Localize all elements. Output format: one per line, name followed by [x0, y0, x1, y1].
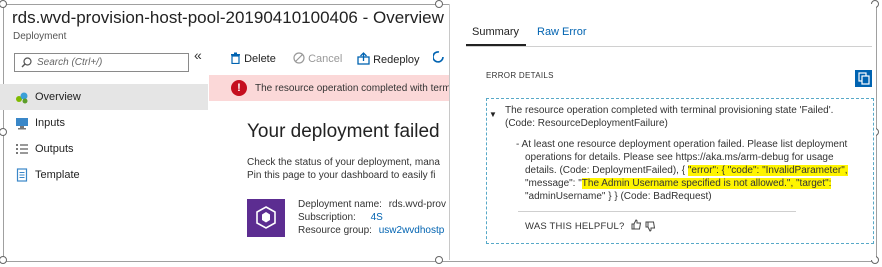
tab-divider: [466, 46, 872, 47]
error-summary-code: (Code: ResourceDeploymentFailure): [505, 118, 668, 129]
error-detail-line: - At least one resource deployment opera…: [516, 139, 848, 150]
error-detail-text: "message": ": [525, 178, 582, 189]
thumbs-up-icon[interactable]: [631, 219, 642, 230]
cancel-label: Cancel: [308, 53, 343, 65]
overview-icon: [16, 92, 28, 104]
template-icon: [16, 168, 28, 182]
outputs-icon: [16, 144, 28, 154]
resource-group-label: Resource group:: [298, 225, 372, 236]
sidebar-item-overview[interactable]: Overview: [0, 84, 208, 110]
error-icon: !: [231, 80, 247, 96]
resize-handle[interactable]: [435, 256, 443, 264]
collapse-sidebar-button[interactable]: «: [194, 47, 202, 63]
sidebar-item-label: Template: [35, 169, 80, 181]
sidebar-item-label: Outputs: [35, 143, 74, 155]
cancel-icon: [293, 52, 305, 64]
thumbs-down-icon[interactable]: [645, 221, 656, 232]
tab-raw-error[interactable]: Raw Error: [537, 26, 587, 38]
subscription-row: Subscription: 4S: [298, 212, 383, 223]
error-detail-line: "adminUsername" } } (Code: BadRequest): [525, 191, 712, 202]
search-placeholder: Search (Ctrl+/): [37, 57, 103, 68]
tab-summary[interactable]: Summary: [472, 26, 519, 38]
redeploy-button[interactable]: Redeploy: [357, 52, 420, 66]
collapse-caret-icon[interactable]: ▼: [489, 110, 497, 119]
copy-icon: [858, 72, 870, 85]
inputs-icon: [16, 118, 28, 130]
error-detail-line: details. (Code: DeploymentFailed), { "er…: [525, 164, 848, 177]
delete-label: Delete: [244, 53, 276, 65]
resize-handle[interactable]: [0, 256, 7, 264]
sidebar-item-template[interactable]: Template: [0, 162, 208, 188]
subscription-label: Subscription:: [298, 212, 356, 223]
error-details-heading: ERROR DETAILS: [486, 71, 554, 80]
resize-handle[interactable]: [435, 0, 443, 8]
redeploy-label: Redeploy: [373, 54, 420, 66]
error-detail-text: details. (Code: DeploymentFailed), {: [525, 165, 688, 176]
delete-button[interactable]: Delete: [230, 52, 276, 65]
deployment-name-label: Deployment name:: [298, 199, 382, 210]
feedback-row: WAS THIS HELPFUL?: [525, 219, 656, 232]
highlighted-error-code: "error": { "code": "InvalidParameter",: [687, 165, 848, 176]
sidebar-item-outputs[interactable]: Outputs: [0, 136, 208, 162]
sidebar-item-label: Overview: [35, 91, 81, 103]
copy-button[interactable]: [855, 70, 872, 87]
error-detail-line: "message": "The Admin Username specified…: [525, 177, 832, 190]
deployment-icon: [247, 199, 285, 237]
deployment-name-row: Deployment name: rds.wvd-prov: [298, 199, 446, 210]
resource-group-link[interactable]: usw2wvdhostp: [379, 225, 445, 236]
page-title: rds.wvd-provision-host-pool-201904101004…: [12, 8, 444, 27]
active-tab-indicator: [466, 44, 526, 46]
sidebar-item-inputs[interactable]: Inputs: [0, 110, 208, 136]
redeploy-icon: [357, 52, 370, 65]
divider: [518, 211, 796, 212]
error-banner-text: The resource operation completed with te…: [255, 83, 453, 94]
highlighted-error-message: The Admin Username specified is not allo…: [581, 178, 832, 189]
cancel-button[interactable]: Cancel: [293, 52, 342, 65]
error-detail-line: operations for details. Please see https…: [525, 152, 834, 163]
subscription-link[interactable]: 4S: [371, 212, 383, 223]
search-input[interactable]: Search (Ctrl+/): [14, 53, 189, 72]
refresh-button[interactable]: [432, 50, 445, 67]
sidebar-item-label: Inputs: [35, 117, 65, 129]
status-text: Check the status of your deployment, man…: [247, 157, 440, 168]
helpful-label: WAS THIS HELPFUL?: [525, 221, 625, 232]
pin-text: Pin this page to your dashboard to easil…: [247, 170, 436, 181]
error-summary-line: The resource operation completed with te…: [505, 105, 834, 116]
page-subtitle: Deployment: [13, 31, 67, 42]
deployment-name-value: rds.wvd-prov: [388, 199, 446, 210]
deployment-failed-heading: Your deployment failed: [247, 121, 440, 142]
resource-group-row: Resource group: usw2wvdhostp: [298, 225, 444, 236]
trash-icon: [231, 52, 240, 65]
search-icon: [21, 57, 32, 68]
refresh-icon: [432, 51, 444, 63]
